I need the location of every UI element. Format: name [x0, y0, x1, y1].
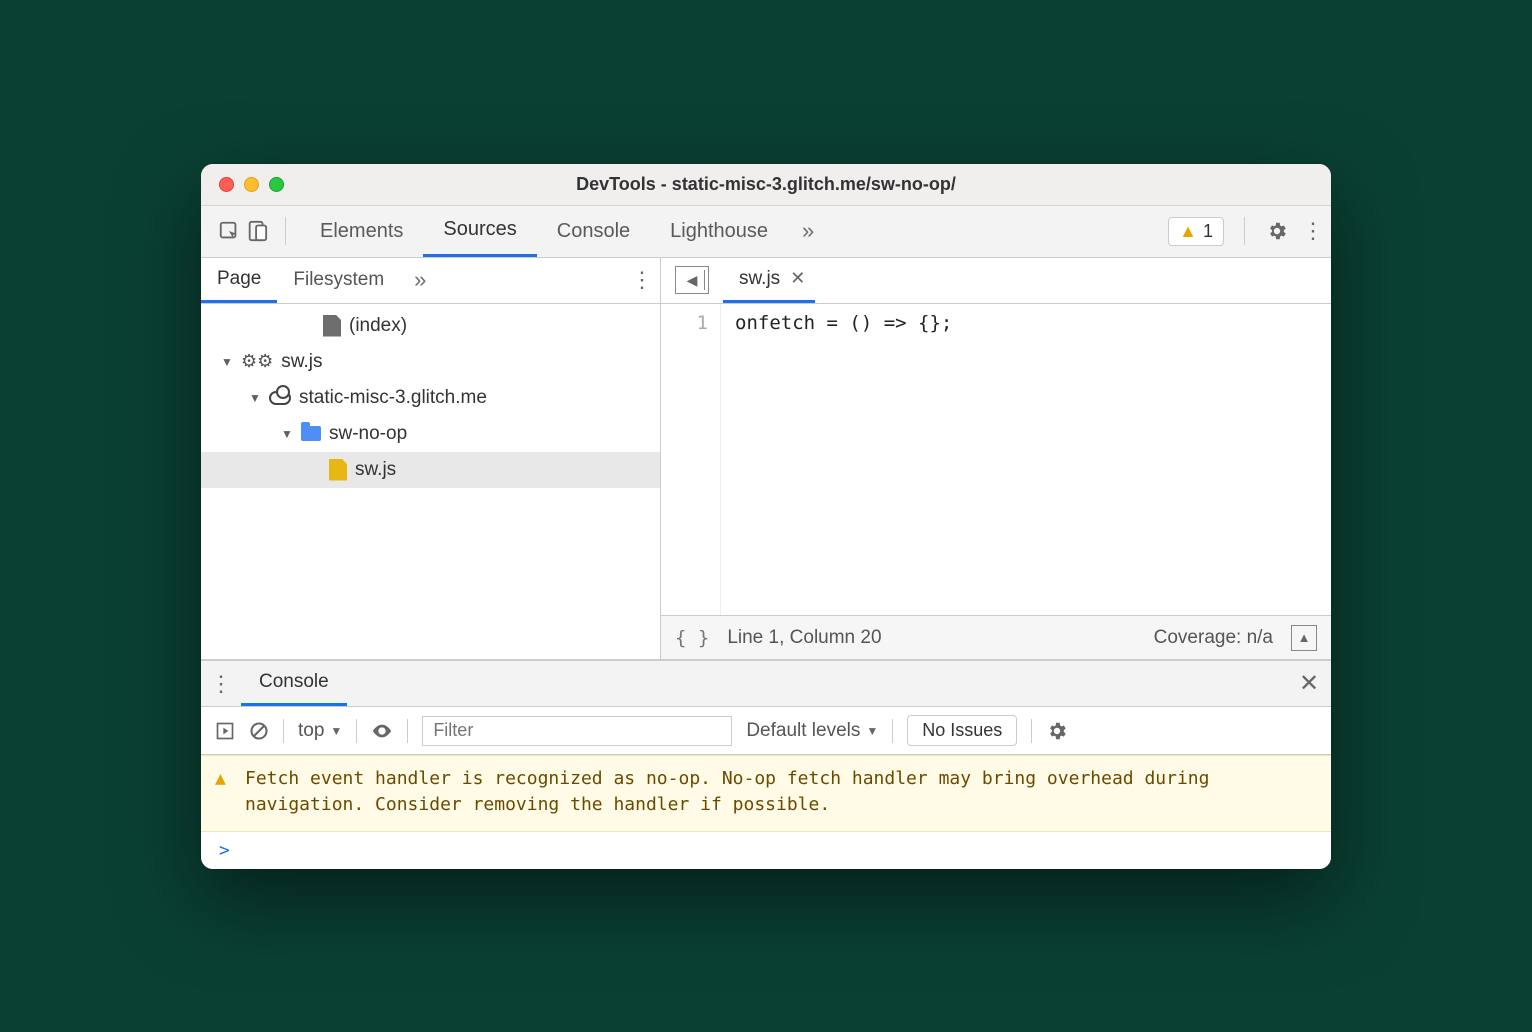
drawer-tabs: ⋮ Console ✕: [201, 661, 1331, 707]
separator: [407, 719, 408, 743]
expand-triangle-icon[interactable]: ▼: [281, 427, 293, 441]
console-toolbar: top ▼ Default levels ▼ No Issues: [201, 707, 1331, 755]
navigate-back-icon[interactable]: ◀: [675, 266, 709, 294]
more-tabs-chevron-icon[interactable]: »: [788, 218, 828, 244]
warning-triangle-icon: ▲: [1179, 221, 1197, 242]
settings-gear-icon[interactable]: [1259, 220, 1295, 242]
separator: [892, 719, 893, 743]
live-expression-eye-icon[interactable]: [371, 720, 393, 742]
show-sidebar-icon[interactable]: ▲: [1291, 625, 1317, 651]
drawer-tab-console[interactable]: Console: [241, 661, 347, 706]
editor-pane: ◀ sw.js ✕ 1 onfetch = () => {}; { } Line…: [661, 258, 1331, 660]
devtools-window: DevTools - static-misc-3.glitch.me/sw-no…: [201, 164, 1331, 869]
separator: [283, 719, 284, 743]
js-file-icon: [329, 459, 347, 481]
warning-message-text: Fetch event handler is recognized as no-…: [245, 766, 1317, 818]
dropdown-triangle-icon: ▼: [866, 724, 878, 738]
navigator-tabs: Page Filesystem » ⋮: [201, 258, 660, 304]
tab-elements[interactable]: Elements: [300, 206, 423, 257]
cloud-icon: [269, 391, 291, 405]
context-selector[interactable]: top ▼: [298, 720, 342, 742]
expand-triangle-icon[interactable]: ▼: [249, 391, 261, 405]
document-icon: [323, 315, 341, 337]
navigator-kebab-icon[interactable]: ⋮: [624, 267, 660, 293]
console-prompt[interactable]: >: [201, 832, 1331, 869]
code-editor[interactable]: 1 onfetch = () => {};: [661, 304, 1331, 616]
inspect-element-icon[interactable]: [215, 220, 243, 242]
service-worker-gears-icon: ⚙︎⚙︎: [241, 351, 273, 372]
console-settings-gear-icon[interactable]: [1046, 720, 1068, 742]
cursor-position: Line 1, Column 20: [727, 627, 881, 649]
prompt-chevron-icon: >: [219, 840, 230, 861]
tree-item-worker[interactable]: ▼ ⚙︎⚙︎ sw.js: [201, 344, 660, 380]
console-warning-row[interactable]: ▲ Fetch event handler is recognized as n…: [201, 755, 1331, 831]
drawer-kebab-icon[interactable]: ⋮: [201, 671, 241, 697]
sources-panel: Page Filesystem » ⋮ (index) ▼ ⚙︎⚙︎ sw.js…: [201, 258, 1331, 660]
titlebar: DevTools - static-misc-3.glitch.me/sw-no…: [201, 164, 1331, 206]
tree-label: sw-no-op: [329, 423, 407, 445]
window-controls: [201, 177, 284, 192]
warning-triangle-icon: ▲: [215, 766, 233, 818]
pretty-print-icon[interactable]: { }: [675, 627, 709, 649]
close-window-button[interactable]: [219, 177, 234, 192]
clear-console-icon[interactable]: [249, 721, 269, 741]
tree-item-index[interactable]: (index): [201, 308, 660, 344]
close-drawer-icon[interactable]: ✕: [1287, 669, 1331, 698]
folder-icon: [301, 426, 321, 441]
line-number: 1: [661, 312, 708, 334]
tab-console[interactable]: Console: [537, 206, 650, 257]
tree-label: (index): [349, 315, 407, 337]
device-toolbar-icon[interactable]: [243, 220, 271, 242]
warnings-count: 1: [1203, 221, 1213, 242]
editor-tab-swjs[interactable]: sw.js ✕: [723, 258, 815, 303]
minimize-window-button[interactable]: [244, 177, 259, 192]
console-drawer: ⋮ Console ✕ top ▼ Default levels: [201, 659, 1331, 868]
editor-tab-label: sw.js: [739, 268, 780, 290]
tree-item-file-selected[interactable]: sw.js: [201, 452, 660, 488]
levels-label: Default levels: [746, 720, 860, 742]
tree-label: sw.js: [355, 459, 396, 481]
line-gutter: 1: [661, 304, 721, 616]
log-levels-selector[interactable]: Default levels ▼: [746, 720, 878, 742]
editor-tabs: ◀ sw.js ✕: [661, 258, 1331, 304]
tree-item-folder[interactable]: ▼ sw-no-op: [201, 416, 660, 452]
navigator-tab-filesystem[interactable]: Filesystem: [277, 258, 400, 303]
console-output: ▲ Fetch event handler is recognized as n…: [201, 755, 1331, 868]
separator: [356, 719, 357, 743]
separator: [1244, 217, 1245, 245]
tree-label: sw.js: [281, 351, 322, 373]
tab-lighthouse[interactable]: Lighthouse: [650, 206, 788, 257]
window-title: DevTools - static-misc-3.glitch.me/sw-no…: [201, 174, 1331, 195]
close-tab-icon[interactable]: ✕: [790, 268, 805, 289]
file-tree: (index) ▼ ⚙︎⚙︎ sw.js ▼ static-misc-3.gli…: [201, 304, 660, 660]
issues-button[interactable]: No Issues: [907, 715, 1017, 746]
dropdown-triangle-icon: ▼: [330, 724, 342, 738]
navigator-tab-page[interactable]: Page: [201, 258, 277, 303]
separator: [285, 217, 286, 245]
navigator-more-chevron-icon[interactable]: »: [400, 267, 440, 293]
zoom-window-button[interactable]: [269, 177, 284, 192]
code-content: onfetch = () => {};: [721, 304, 952, 616]
more-options-kebab-icon[interactable]: ⋮: [1295, 218, 1331, 244]
separator: [1031, 719, 1032, 743]
navigator-pane: Page Filesystem » ⋮ (index) ▼ ⚙︎⚙︎ sw.js…: [201, 258, 661, 660]
code-line: onfetch = () => {};: [735, 312, 952, 334]
expand-triangle-icon[interactable]: ▼: [221, 355, 233, 369]
coverage-label: Coverage: n/a: [1154, 627, 1273, 649]
main-toolbar: Elements Sources Console Lighthouse » ▲ …: [201, 206, 1331, 258]
tree-item-origin[interactable]: ▼ static-misc-3.glitch.me: [201, 380, 660, 416]
play-icon[interactable]: [215, 721, 235, 741]
context-label: top: [298, 720, 324, 742]
console-filter-input[interactable]: [422, 716, 732, 746]
warnings-badge[interactable]: ▲ 1: [1168, 217, 1224, 246]
editor-status-bar: { } Line 1, Column 20 Coverage: n/a ▲: [661, 615, 1331, 659]
tab-sources[interactable]: Sources: [423, 206, 536, 257]
tree-label: static-misc-3.glitch.me: [299, 387, 487, 409]
